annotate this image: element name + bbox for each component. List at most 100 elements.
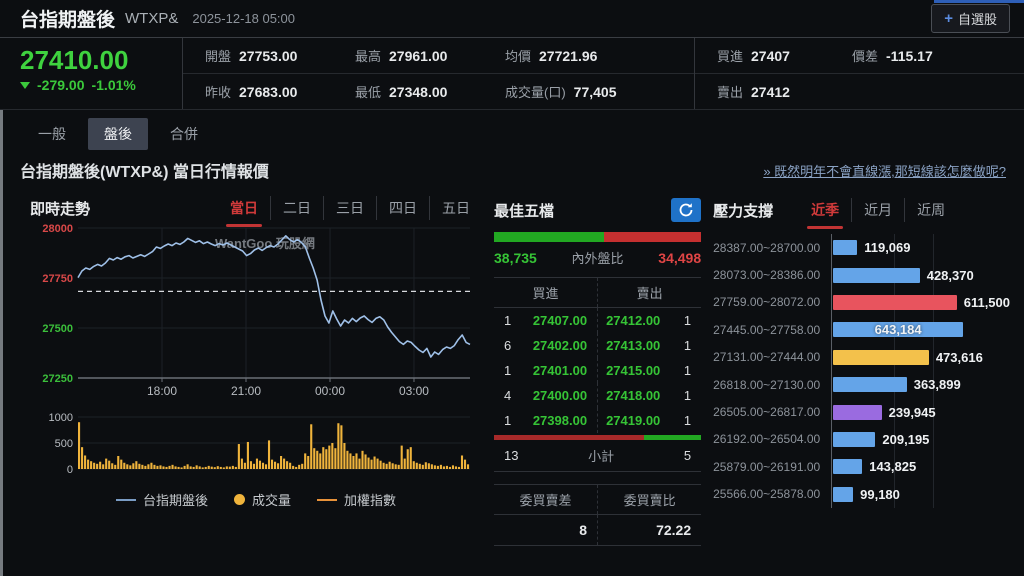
inner-outer-label: 內外盤比 (571, 251, 624, 266)
best-five-table: 買進 賣出 1 27407.00 27412.00 1 6 27402.00 2741… (494, 277, 702, 546)
svg-text:03:00: 03:00 (399, 384, 429, 398)
period-tabs: 當日 二日 三日 四日 五日 (218, 196, 482, 227)
buy-qty: 6 (504, 338, 512, 353)
period-tab-3d[interactable]: 三日 (323, 196, 376, 220)
price-change: -279.00 (37, 77, 85, 93)
volume-value: 473,616 (935, 349, 983, 365)
low-value: 27348.00 (389, 84, 448, 100)
volume-value: 99,180 (860, 486, 900, 502)
add-watchlist-label: 自選股 (957, 12, 997, 27)
volume-bar (833, 240, 858, 256)
price-range: 28073.00~28386.00 (713, 268, 821, 283)
period-tab-4d[interactable]: 四日 (376, 196, 429, 220)
tab-recent-week[interactable]: 近周 (904, 198, 957, 222)
buy-price: 27398.00 (532, 413, 588, 428)
tab-recent-month[interactable]: 近月 (851, 198, 904, 222)
svg-text:18:00: 18:00 (147, 384, 177, 398)
sell-qty: 1 (683, 363, 692, 378)
period-tab-5d[interactable]: 五日 (429, 196, 482, 220)
volume-bar (833, 431, 876, 447)
svg-text:1000: 1000 (49, 412, 73, 424)
weighted-index-line-icon (317, 498, 337, 501)
open-value: 27753.00 (239, 48, 298, 64)
svg-text:28000: 28000 (42, 223, 73, 235)
volume-bar (833, 267, 920, 283)
volume-value: 239,945 (888, 404, 936, 420)
period-tab-1d[interactable]: 當日 (218, 196, 270, 227)
tab-general[interactable]: 一般 (22, 118, 82, 150)
pressure-support-panel: 壓力支撐 近季 近月 近周 28387.00~28700.00 119,069 28… (713, 196, 1010, 546)
sell-qty: 1 (683, 413, 692, 428)
pressure-row: 25566.00~25878.00 99,180 (713, 480, 1010, 508)
sell-price: 27418.00 (606, 388, 661, 403)
market-tabs: 一般 盤後 合併 (0, 110, 1024, 152)
volume-bar (833, 349, 929, 365)
chart-legend: 台指期盤後 成交量 加權指數 (30, 490, 482, 509)
volume-label: 成交量(口) (505, 85, 566, 100)
volume-bar: 643,184 (833, 322, 964, 338)
pressure-row: 27131.00~27444.00 473,616 (713, 343, 1010, 371)
volume-value: 209,195 (882, 431, 930, 447)
ask-value: 27412 (751, 84, 790, 100)
volume-value: 363,899 (913, 377, 961, 393)
buy-subtotal: 13 (504, 448, 519, 463)
table-row: 1 27401.00 27415.00 1 (494, 358, 701, 383)
top-accent-strip (934, 0, 1024, 3)
svg-text:0: 0 (67, 464, 73, 476)
svg-text:21:00: 21:00 (231, 384, 261, 398)
sell-qty: 1 (683, 388, 692, 403)
legend-weighted-index: 加權指數 (344, 493, 397, 508)
sell-subtotal-segment (643, 435, 702, 440)
inner-outer-ratio-bar (494, 232, 702, 242)
volume-bar (833, 486, 854, 502)
svg-text:500: 500 (55, 438, 73, 450)
table-row: 1 27398.00 27419.00 1 (494, 408, 701, 433)
svg-text:00:00: 00:00 (315, 384, 345, 398)
high-value: 27961.00 (389, 48, 448, 64)
prev-close-label: 昨收 (205, 85, 232, 100)
volume-value: 77,405 (573, 84, 617, 100)
volume-value: 428,370 (926, 267, 974, 283)
order-ratio-label: 委買賣比 (623, 493, 676, 508)
avg-label: 均價 (505, 49, 532, 64)
refresh-button[interactable] (671, 198, 702, 222)
symbol-code: WTXP& (125, 10, 179, 27)
chart-title: 即時走勢 (30, 200, 91, 218)
ask-label: 賣出 (717, 85, 744, 100)
sell-price: 27413.00 (606, 338, 661, 353)
table-row: 4 27400.00 27418.00 1 (494, 383, 701, 408)
buy-price: 27402.00 (532, 338, 588, 353)
volume-value: 643,184 (874, 322, 922, 338)
tab-combined[interactable]: 合併 (154, 118, 214, 150)
open-label: 開盤 (205, 49, 232, 64)
buy-price: 27400.00 (532, 388, 588, 403)
table-row: 6 27402.00 27413.00 1 (494, 333, 701, 358)
buy-subtotal-segment (494, 435, 644, 440)
sell-price: 27415.00 (606, 363, 661, 378)
promo-article-link[interactable]: » 既然明年不會直線漲,那短線該怎麼做呢? (763, 161, 1006, 180)
intraday-chart-panel: 即時走勢 當日 二日 三日 四日 五日 28000 27750 27500 27250… (30, 196, 482, 546)
period-tab-2d[interactable]: 二日 (270, 196, 323, 220)
add-watchlist-button[interactable]: + 自選股 (931, 4, 1010, 33)
outer-lot-count: 34,498 (658, 249, 702, 266)
volume-value: 143,825 (869, 459, 917, 475)
volume-bar (833, 404, 882, 420)
price-range: 27131.00~27444.00 (713, 350, 821, 365)
futures-line-icon (115, 498, 136, 501)
subtotal-ratio-bar (494, 435, 702, 440)
price-range: 26505.00~26817.00 (713, 405, 821, 420)
spread-value: -115.17 (886, 48, 933, 64)
svg-text:27250: 27250 (42, 373, 73, 385)
low-label: 最低 (355, 85, 382, 100)
tab-recent-quarter[interactable]: 近季 (799, 198, 851, 229)
quote-datetime: 2025-12-18 05:00 (192, 11, 296, 26)
tab-afterhours[interactable]: 盤後 (88, 118, 148, 150)
buy-qty: 4 (504, 388, 512, 403)
volume-bar (833, 294, 957, 310)
sell-column-header: 賣出 (636, 286, 663, 301)
pressure-row: 28387.00~28700.00 119,069 (713, 234, 1010, 262)
price-range: 25566.00~25878.00 (713, 487, 821, 502)
price-range: 27445.00~27758.00 (713, 322, 821, 337)
subtotal-label: 小計 (588, 449, 615, 464)
legend-futures: 台指期盤後 (142, 493, 208, 508)
